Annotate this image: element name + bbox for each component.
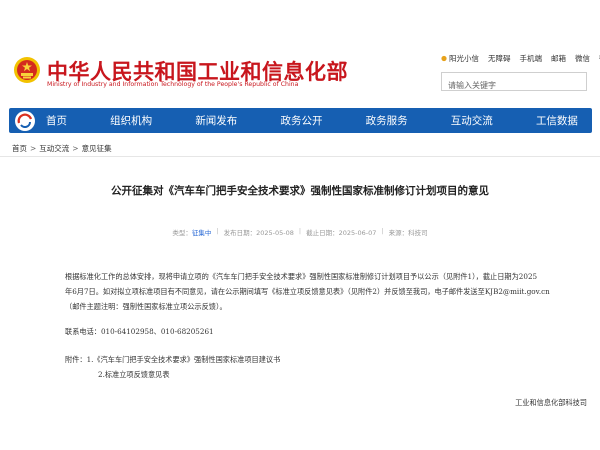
meta-separator: |: [381, 227, 384, 235]
breadcrumb-current[interactable]: 意见征集: [82, 143, 112, 154]
paragraph-line: 根据标准化工作的总体安排，现将申请立项的《汽车车门把手安全技术要求》强制性国家标…: [65, 272, 538, 281]
nav-item-organization[interactable]: 组织机构: [104, 113, 158, 128]
attachment-link-1[interactable]: 附件：1.《汽车车门把手安全技术要求》强制性国家标准项目建议书: [65, 355, 280, 365]
nav-item-government-affairs[interactable]: 政务公开: [274, 113, 328, 128]
nav-items: 首页 组织机构 新闻发布 政务公开 政务服务 互动交流 工信数据: [40, 113, 592, 128]
meta-separator: |: [216, 227, 219, 235]
util-link-accessibility[interactable]: 无障碍: [488, 53, 511, 64]
paragraph-line: （邮件主题注明：强制性国家标准立项公示反馈）。: [65, 302, 227, 311]
meta-status: 类型：征集中: [172, 229, 212, 237]
nav-item-home[interactable]: 首页: [40, 113, 73, 128]
article-paragraph: 根据标准化工作的总体安排，现将申请立项的《汽车车门把手安全技术要求》强制性国家标…: [65, 269, 550, 314]
meta-deadline-date: 截止日期：2025-06-07: [306, 229, 377, 237]
breadcrumb-separator: >: [72, 144, 79, 153]
meta-separator: |: [298, 227, 302, 235]
article-meta: 类型：征集中 | 发布日期：2025-05-08 | 截止日期：2025-06-…: [0, 227, 600, 237]
site-header: 中华人民共和国工业和信息化部 Ministry of Industry and …: [0, 0, 600, 105]
paragraph-line: 年6月7日。如对拟立项标准项目有不同意见，请在公示期间填写《标准立项反馈意见表》…: [65, 287, 550, 296]
article-signature: 工业和信息化部科技司: [515, 398, 587, 407]
breadcrumb: 首页 > 互动交流 > 意见征集: [12, 143, 112, 154]
article-title: 公开征集对《汽车车门把手安全技术要求》强制性国家标准制修订计划项目的意见: [111, 185, 489, 197]
breadcrumb-home[interactable]: 首页: [12, 143, 27, 154]
util-link-wechat[interactable]: 微信: [575, 53, 590, 64]
sun-icon: [441, 55, 447, 62]
nav-item-interaction[interactable]: 互动交流: [445, 113, 499, 128]
main-navbar: 首页 组织机构 新闻发布 政务公开 政务服务 互动交流 工信数据: [9, 108, 592, 133]
util-link-mobile[interactable]: 手机端: [520, 53, 543, 64]
meta-publish-date: 发布日期：2025-05-08: [223, 229, 294, 237]
search-box: [441, 72, 587, 94]
nav-item-services[interactable]: 政务服务: [360, 113, 414, 128]
search-input[interactable]: [442, 77, 586, 94]
contact-phone: 联系电话：010-64102958、010-68205261: [65, 327, 214, 336]
utility-links: 阳光小信 无障碍 手机端 邮箱 微信 微博: [441, 53, 600, 64]
national-emblem-icon: [14, 57, 40, 83]
breadcrumb-divider: [0, 156, 600, 157]
nav-item-data[interactable]: 工信数据: [530, 113, 584, 128]
site-subtitle: Ministry of Industry and Information Tec…: [47, 81, 299, 88]
breadcrumb-interaction[interactable]: 互动交流: [39, 143, 69, 154]
util-link-mail[interactable]: 邮箱: [551, 53, 566, 64]
miit-logo-icon: [15, 110, 35, 131]
breadcrumb-separator: >: [30, 144, 37, 153]
util-link-sunshine[interactable]: 阳光小信: [441, 53, 479, 64]
email-link[interactable]: KJB2@miit.gov.cn: [485, 287, 550, 296]
attachment-link-2[interactable]: 2.标准立项反馈意见表: [98, 370, 170, 380]
util-link-label: 阳光小信: [449, 54, 479, 63]
meta-source: 来源：科技司: [388, 229, 428, 237]
nav-item-news[interactable]: 新闻发布: [189, 113, 243, 128]
